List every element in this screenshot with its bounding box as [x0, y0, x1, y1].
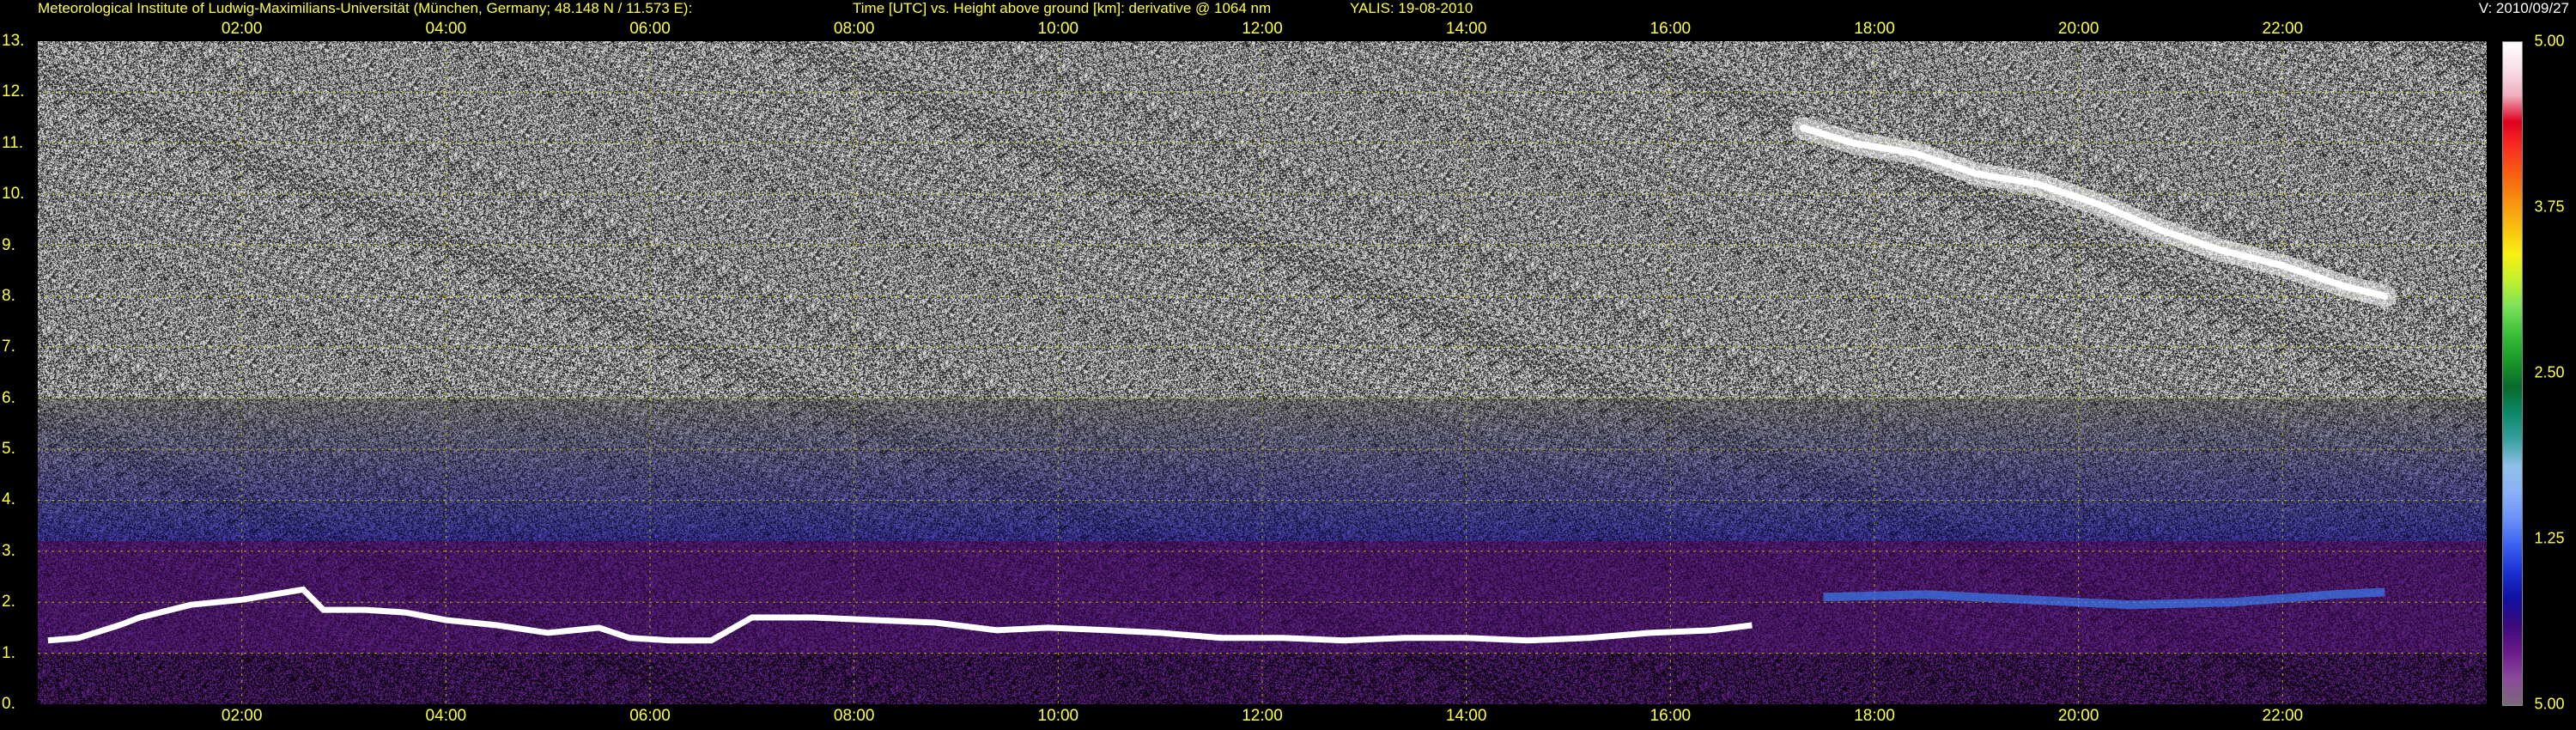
y-tick-13: 13. [2, 32, 25, 50]
x-tick-top-3: 08:00 [833, 20, 875, 38]
x-tick-bottom-8: 18:00 [1854, 707, 1895, 725]
x-tick-bottom-1: 04:00 [425, 707, 467, 725]
colorbar-tick-3: 3.75 [2534, 198, 2565, 216]
x-tick-top-5: 12:00 [1242, 20, 1283, 38]
x-tick-top-4: 10:00 [1037, 20, 1079, 38]
x-tick-bottom-9: 20:00 [2057, 707, 2099, 725]
colorbar-tick-4: 5.00 [2534, 32, 2565, 50]
y-tick-9: 9. [2, 235, 15, 254]
colorbar-tick-0: 5.00 [2534, 695, 2565, 713]
y-tick-0: 0. [2, 695, 15, 713]
evening-layer [1823, 587, 2385, 610]
x-tick-bottom-4: 10:00 [1037, 707, 1079, 725]
lidar-heatmap [38, 41, 2487, 704]
x-tick-top-2: 06:00 [629, 20, 671, 38]
y-tick-2: 2. [2, 593, 15, 611]
colorbar-tick-1: 1.25 [2534, 529, 2565, 547]
y-tick-10: 10. [2, 185, 25, 204]
version-label: V: 2010/09/27 [2478, 0, 2569, 16]
y-tick-5: 5. [2, 440, 15, 459]
y-tick-3: 3. [2, 541, 15, 560]
x-tick-bottom-5: 12:00 [1242, 707, 1283, 725]
y-tick-1: 1. [2, 643, 15, 662]
plot-description: Time [UTC] vs. Height above ground [km]:… [853, 0, 1272, 16]
x-tick-bottom-3: 08:00 [833, 707, 875, 725]
y-tick-7: 7. [2, 338, 15, 356]
x-tick-top-9: 20:00 [2057, 20, 2099, 38]
institute-caption: Meteorological Institute of Ludwig-Maxim… [38, 0, 693, 16]
x-tick-bottom-6: 14:00 [1445, 707, 1487, 725]
y-tick-11: 11. [2, 133, 24, 152]
instrument-date: YALIS: 19-08-2010 [1350, 0, 1473, 16]
x-tick-top-10: 22:00 [2262, 20, 2304, 38]
x-tick-bottom-2: 06:00 [629, 707, 671, 725]
colorbar [2502, 41, 2523, 706]
x-tick-top-7: 16:00 [1649, 20, 1692, 38]
colorbar-tick-2: 2.50 [2534, 363, 2565, 381]
boundary-layer-top [47, 586, 1753, 644]
x-tick-top-8: 18:00 [1854, 20, 1895, 38]
y-tick-4: 4. [2, 490, 15, 509]
x-tick-top-6: 14:00 [1445, 20, 1487, 38]
x-tick-bottom-10: 22:00 [2262, 707, 2304, 725]
x-tick-bottom-7: 16:00 [1649, 707, 1692, 725]
x-tick-top-1: 04:00 [425, 20, 467, 38]
y-tick-12: 12. [2, 82, 25, 101]
y-tick-6: 6. [2, 388, 15, 407]
x-tick-top-0: 02:00 [221, 20, 263, 38]
y-tick-8: 8. [2, 286, 15, 305]
x-tick-bottom-0: 02:00 [221, 707, 263, 725]
plot-overlay [38, 41, 2487, 704]
